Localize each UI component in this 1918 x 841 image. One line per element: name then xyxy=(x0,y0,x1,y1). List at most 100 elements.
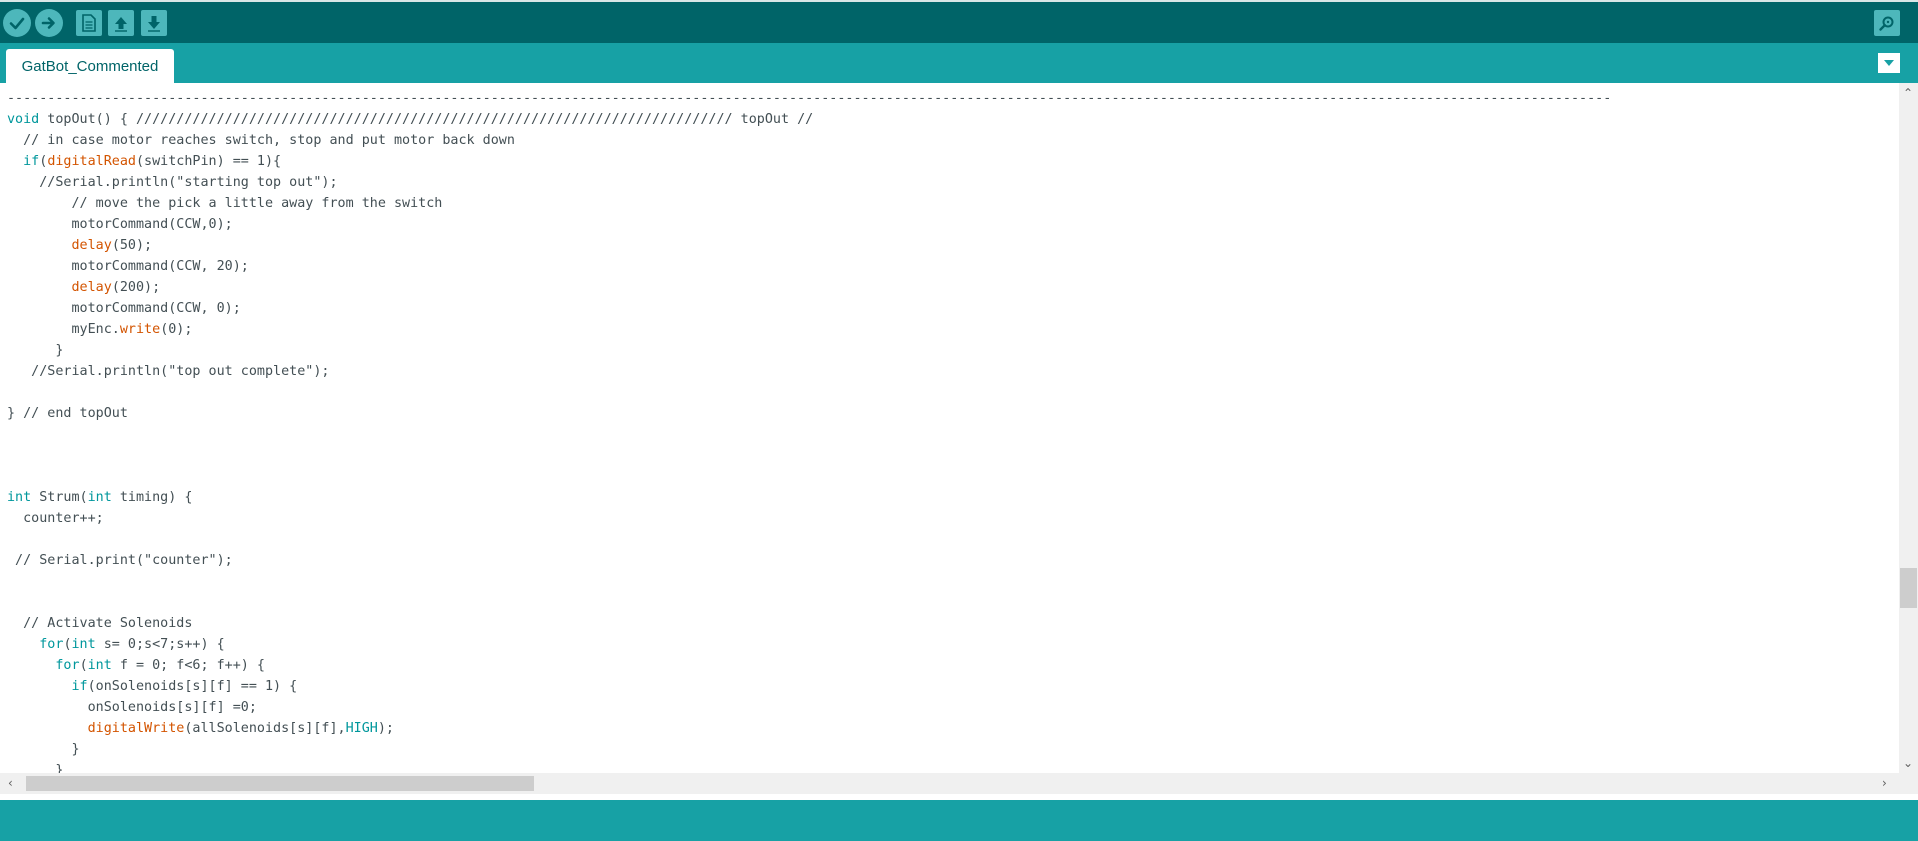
code-token: int xyxy=(71,637,96,652)
code-line[interactable]: ​ xyxy=(7,445,1611,466)
verify-button[interactable] xyxy=(3,9,31,37)
code-token: } xyxy=(7,763,64,773)
code-token: int xyxy=(7,490,32,505)
code-line[interactable]: // Serial.print("counter"); xyxy=(7,550,1611,571)
code-line[interactable]: // in case motor reaches switch, stop an… xyxy=(7,130,1611,151)
code-token: counter++; xyxy=(7,511,104,526)
code-text[interactable]: ----------------------------------------… xyxy=(7,88,1611,773)
code-line[interactable]: ​ xyxy=(7,529,1611,550)
tab-menu-button[interactable] xyxy=(1878,53,1900,73)
code-token: topOut() { /////////////////////////////… xyxy=(39,112,814,127)
code-token: myEnc. xyxy=(7,322,120,337)
code-token: // Activate Solenoids xyxy=(7,616,193,631)
code-line[interactable]: ----------------------------------------… xyxy=(7,88,1611,109)
code-line[interactable]: counter++; xyxy=(7,508,1611,529)
code-token: (allSolenoids[s][f], xyxy=(184,721,346,736)
scroll-up-arrow-icon[interactable]: ⌃ xyxy=(1903,87,1913,99)
code-token: motorCommand(CCW, 20); xyxy=(7,259,249,274)
serial-monitor-button[interactable] xyxy=(1874,10,1900,36)
code-line[interactable]: //Serial.println("top out complete"); xyxy=(7,361,1611,382)
arrow-down-icon xyxy=(148,16,160,32)
code-token: (switchPin) == 1){ xyxy=(136,154,282,169)
code-token: void xyxy=(7,112,40,127)
code-line[interactable]: ​ xyxy=(7,382,1611,403)
code-token: (200); xyxy=(111,280,161,295)
code-line[interactable]: motorCommand(CCW,0); xyxy=(7,214,1611,235)
code-line[interactable]: } xyxy=(7,739,1611,760)
code-line[interactable]: motorCommand(CCW, 20); xyxy=(7,256,1611,277)
scroll-left-arrow-icon[interactable]: ‹ xyxy=(8,777,13,789)
code-token: (50); xyxy=(111,238,153,253)
code-line[interactable]: ​ xyxy=(7,466,1611,487)
code-token: ( xyxy=(63,637,72,652)
tab-gatbot-commented[interactable]: GatBot_Commented xyxy=(6,49,174,83)
code-token: motorCommand(CCW,0); xyxy=(7,217,233,232)
upload-button[interactable] xyxy=(35,9,63,37)
code-token: } xyxy=(7,742,80,757)
code-line[interactable]: motorCommand(CCW, 0); xyxy=(7,298,1611,319)
code-token: HIGH xyxy=(345,721,378,736)
code-line[interactable]: } xyxy=(7,760,1611,773)
checkmark-icon xyxy=(9,17,25,30)
code-line[interactable]: delay(200); xyxy=(7,277,1611,298)
arrow-up-icon xyxy=(115,17,127,32)
code-line[interactable]: delay(50); xyxy=(7,235,1611,256)
open-button[interactable] xyxy=(108,10,134,36)
code-token: // in case motor reaches switch, stop an… xyxy=(7,133,515,148)
code-line[interactable]: //Serial.println("starting top out"); xyxy=(7,172,1611,193)
code-line[interactable]: if(onSolenoids[s][f] == 1) { xyxy=(7,676,1611,697)
scrollbar-corner xyxy=(1899,773,1918,794)
triangle-down-icon xyxy=(1884,60,1894,66)
arrow-right-icon xyxy=(41,17,55,29)
code-token: if xyxy=(23,154,40,169)
code-token: (0); xyxy=(160,322,193,337)
code-line[interactable]: ​ xyxy=(7,424,1611,445)
magnifier-icon xyxy=(1879,16,1894,31)
code-token: int xyxy=(87,490,112,505)
code-token: digitalWrite xyxy=(87,721,185,736)
code-token: ); xyxy=(377,721,394,736)
code-line[interactable]: void topOut() { ////////////////////////… xyxy=(7,109,1611,130)
code-token: f = 0; f<6; f++) { xyxy=(111,658,265,673)
code-token: // Serial.print("counter"); xyxy=(7,553,233,568)
code-token: int xyxy=(87,658,112,673)
code-token: digitalRead xyxy=(47,154,136,169)
vertical-scroll-thumb[interactable] xyxy=(1900,568,1917,608)
code-line[interactable]: // Activate Solenoids xyxy=(7,613,1611,634)
code-line[interactable]: digitalWrite(allSolenoids[s][f],HIGH); xyxy=(7,718,1611,739)
code-line[interactable]: onSolenoids[s][f] =0; xyxy=(7,697,1611,718)
new-file-icon xyxy=(82,14,96,32)
save-button[interactable] xyxy=(141,10,167,36)
code-line[interactable]: for(int f = 0; f<6; f++) { xyxy=(7,655,1611,676)
code-line[interactable]: for(int s= 0;s<7;s++) { xyxy=(7,634,1611,655)
code-editor[interactable]: ----------------------------------------… xyxy=(0,83,1899,773)
tab-bar: GatBot_Commented xyxy=(0,43,1918,83)
code-line[interactable]: ​ xyxy=(7,571,1611,592)
scroll-down-arrow-icon[interactable]: ⌄ xyxy=(1903,757,1913,769)
horizontal-scroll-thumb[interactable] xyxy=(26,776,534,791)
code-line[interactable]: myEnc.write(0); xyxy=(7,319,1611,340)
code-token: onSolenoids[s][f] =0; xyxy=(7,700,257,715)
code-line[interactable]: int Strum(int timing) { xyxy=(7,487,1611,508)
horizontal-scrollbar[interactable]: ‹ › xyxy=(0,773,1899,794)
code-line[interactable]: if(digitalRead(switchPin) == 1){ xyxy=(7,151,1611,172)
code-token: } xyxy=(7,343,64,358)
code-line[interactable]: } xyxy=(7,340,1611,361)
code-line[interactable]: // move the pick a little away from the … xyxy=(7,193,1611,214)
vertical-scrollbar[interactable]: ⌃ ⌄ xyxy=(1899,83,1918,773)
code-token: for xyxy=(39,637,64,652)
code-line[interactable]: ​ xyxy=(7,592,1611,613)
code-token: } // end topOut xyxy=(7,406,128,421)
code-token: if xyxy=(71,679,88,694)
scroll-right-arrow-icon[interactable]: › xyxy=(1882,777,1887,789)
code-line[interactable]: } // end topOut xyxy=(7,403,1611,424)
code-token: write xyxy=(119,322,161,337)
new-sketch-button[interactable] xyxy=(76,10,102,36)
code-token: for xyxy=(55,658,80,673)
code-token: //Serial.println("starting top out"); xyxy=(7,175,338,190)
code-token: Strum( xyxy=(31,490,88,505)
